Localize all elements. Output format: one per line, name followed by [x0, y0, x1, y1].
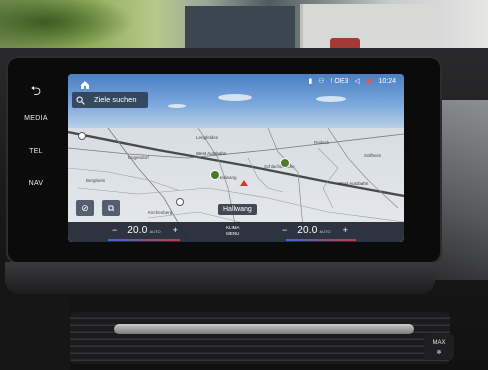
building [185, 6, 295, 52]
current-location-chip[interactable]: Hallwang [218, 204, 257, 215]
max-defrost-button[interactable]: MAX ❄ [424, 334, 454, 360]
map-label-town: Kirchenberg [148, 210, 173, 215]
right-temperature-control: − 20.0 AUTO + [282, 225, 348, 236]
back-button[interactable]: ⮌ [14, 82, 58, 104]
left-temp-value: 20.0 [127, 225, 148, 236]
max-label: MAX [432, 340, 446, 346]
media-button[interactable]: MEDIA [14, 115, 58, 122]
left-temp-minus-button[interactable]: − [112, 225, 117, 235]
radio-station-label: ! OE3 [330, 77, 349, 85]
current-position-marker [240, 180, 248, 186]
map-pin-icon[interactable] [78, 132, 86, 140]
cloud [168, 104, 186, 108]
lower-console-left [0, 296, 70, 370]
climate-bar: − 20.0 AUTO + KLIMA MENU − 20.0 AUTO + [68, 222, 404, 242]
screen-rim [5, 262, 435, 294]
destination-search-button[interactable]: Ziele suchen [72, 92, 148, 108]
photo-scene: ⮌ MEDIA TEL NAV West Autobahn West Autob… [0, 0, 488, 370]
status-bar: ▮ ⚇ ! OE3 ◁ ▣ 10:24 [308, 77, 396, 86]
menu-label: MENU [226, 231, 240, 236]
map-label-road: West Autobahn [338, 181, 369, 186]
battery-icon: ▮ [308, 78, 313, 85]
map-label-town: Radeck [314, 140, 330, 145]
left-temp-mode: AUTO [149, 229, 161, 234]
calendar-icon: ▣ [365, 78, 373, 85]
trees [0, 0, 150, 55]
nav-button[interactable]: NAV [14, 180, 58, 187]
clock-time: 10:24 [378, 77, 396, 85]
vent-chrome-strip [114, 324, 414, 334]
volume-icon: ◁ [354, 78, 360, 85]
map-options-button[interactable]: ⊘ [76, 200, 94, 216]
air-vent [70, 312, 450, 364]
cloud [218, 94, 252, 101]
tel-button[interactable]: TEL [14, 148, 58, 155]
left-temperature-control: − 20.0 AUTO + [112, 225, 178, 236]
climate-menu-button[interactable]: KLIMA MENU [226, 225, 240, 237]
defrost-icon: ❄ [436, 350, 442, 356]
charging-station-icon[interactable] [210, 170, 220, 180]
map-label-town: Bergheim [86, 178, 106, 183]
layers-icon: ⧉ [107, 202, 115, 213]
infotainment-display: West Autobahn West Autobahn Hallwang Kir… [68, 74, 404, 242]
map-label-town: Eugendorf [128, 155, 149, 160]
cloud [316, 96, 346, 102]
map-view-button[interactable]: ⧉ [102, 200, 120, 216]
map-label-road: West Autobahn [196, 151, 227, 156]
search-icon [72, 92, 88, 108]
right-temp-minus-button[interactable]: − [282, 225, 287, 235]
left-temp-gradient [108, 239, 180, 241]
charging-station-icon[interactable] [280, 158, 290, 168]
home-icon[interactable] [80, 77, 90, 89]
right-temp-mode: AUTO [319, 229, 331, 234]
compass-icon: ⊘ [81, 202, 89, 213]
left-temp-plus-button[interactable]: + [173, 225, 178, 235]
search-label: Ziele suchen [94, 95, 137, 104]
map-label-town: Lengfelden [196, 135, 219, 140]
user-icon: ⚇ [318, 78, 325, 85]
right-temp-gradient [286, 239, 356, 241]
map-label-town: Hallwang [218, 175, 237, 180]
map-pin-icon[interactable] [176, 198, 184, 206]
map-label-town: Söllheim [364, 153, 382, 158]
right-temp-plus-button[interactable]: + [343, 225, 348, 235]
right-temp-value: 20.0 [297, 225, 318, 236]
